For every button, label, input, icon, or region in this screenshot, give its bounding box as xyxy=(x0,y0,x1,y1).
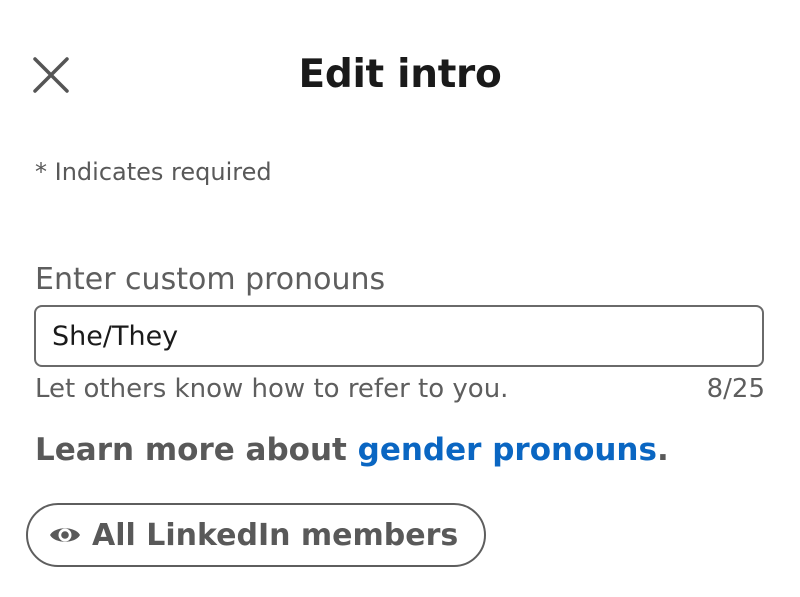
learn-more-prefix: Learn more about xyxy=(35,432,358,468)
eye-icon xyxy=(48,523,82,547)
pronouns-input[interactable] xyxy=(34,305,764,367)
char-counter: 8/25 xyxy=(706,374,765,404)
page-title: Edit intro xyxy=(298,52,502,97)
visibility-label: All LinkedIn members xyxy=(92,517,459,553)
header: Edit intro xyxy=(0,40,800,110)
edit-intro-page: Edit intro * Indicates required Enter cu… xyxy=(0,0,800,597)
pronouns-helper-text: Let others know how to refer to you. xyxy=(35,374,509,404)
learn-more-suffix: . xyxy=(656,432,669,468)
learn-more-text: Learn more about gender pronouns. xyxy=(35,432,669,468)
visibility-button[interactable]: All LinkedIn members xyxy=(26,503,487,567)
pronouns-helper-row: Let others know how to refer to you. 8/2… xyxy=(35,374,765,404)
required-note: * Indicates required xyxy=(35,158,272,186)
gender-pronouns-link[interactable]: gender pronouns xyxy=(358,432,657,468)
pronouns-field-label: Enter custom pronouns xyxy=(35,262,386,297)
